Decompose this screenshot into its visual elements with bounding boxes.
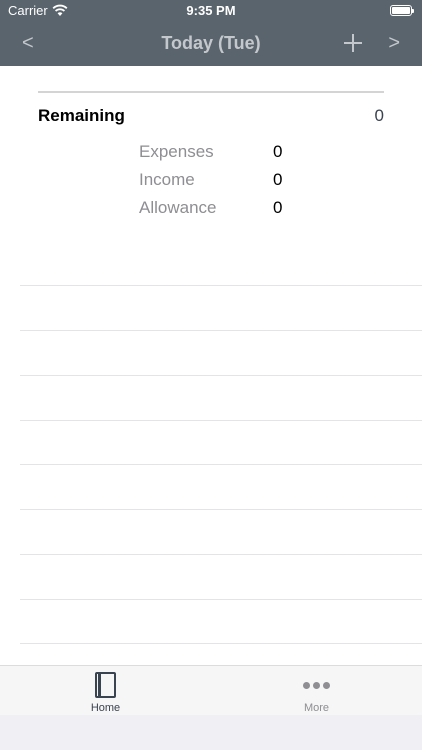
add-button[interactable]: [342, 32, 364, 54]
remaining-label: Remaining: [38, 106, 125, 125]
tab-more-label: More: [303, 702, 330, 714]
list-row-separator: [20, 285, 422, 286]
list-row-separator: [20, 509, 422, 510]
expenses-label: Expenses: [139, 142, 214, 161]
home-indicator-area: [0, 715, 422, 750]
status-bar: Carrier 9:35 PM: [0, 0, 422, 22]
allowance-value: 0: [273, 198, 283, 217]
list-row-separator: [20, 375, 422, 376]
list-row-separator: [20, 330, 422, 331]
list-row-separator: [20, 464, 422, 465]
next-day-button[interactable]: >: [388, 32, 400, 55]
allowance-label: Allowance: [139, 198, 217, 217]
list-row-separator: [20, 599, 422, 600]
list-row-separator: [20, 643, 422, 644]
tab-home[interactable]: Home: [0, 666, 211, 716]
income-label: Income: [139, 170, 195, 189]
nav-bar: < Today (Tue) >: [0, 22, 422, 66]
status-time: 9:35 PM: [186, 3, 236, 18]
book-icon: [95, 672, 116, 698]
tab-bar: Home More: [0, 665, 422, 715]
income-value: 0: [273, 170, 283, 189]
expenses-value: 0: [273, 142, 283, 161]
battery-icon: [390, 5, 414, 16]
list-row-separator: [20, 554, 422, 555]
summary-divider: [38, 91, 384, 93]
tab-more[interactable]: More: [211, 666, 422, 716]
more-dots-icon: [303, 682, 331, 690]
remaining-value: 0: [374, 106, 384, 125]
list-row-separator: [20, 420, 422, 421]
tab-home-label: Home: [90, 702, 121, 714]
